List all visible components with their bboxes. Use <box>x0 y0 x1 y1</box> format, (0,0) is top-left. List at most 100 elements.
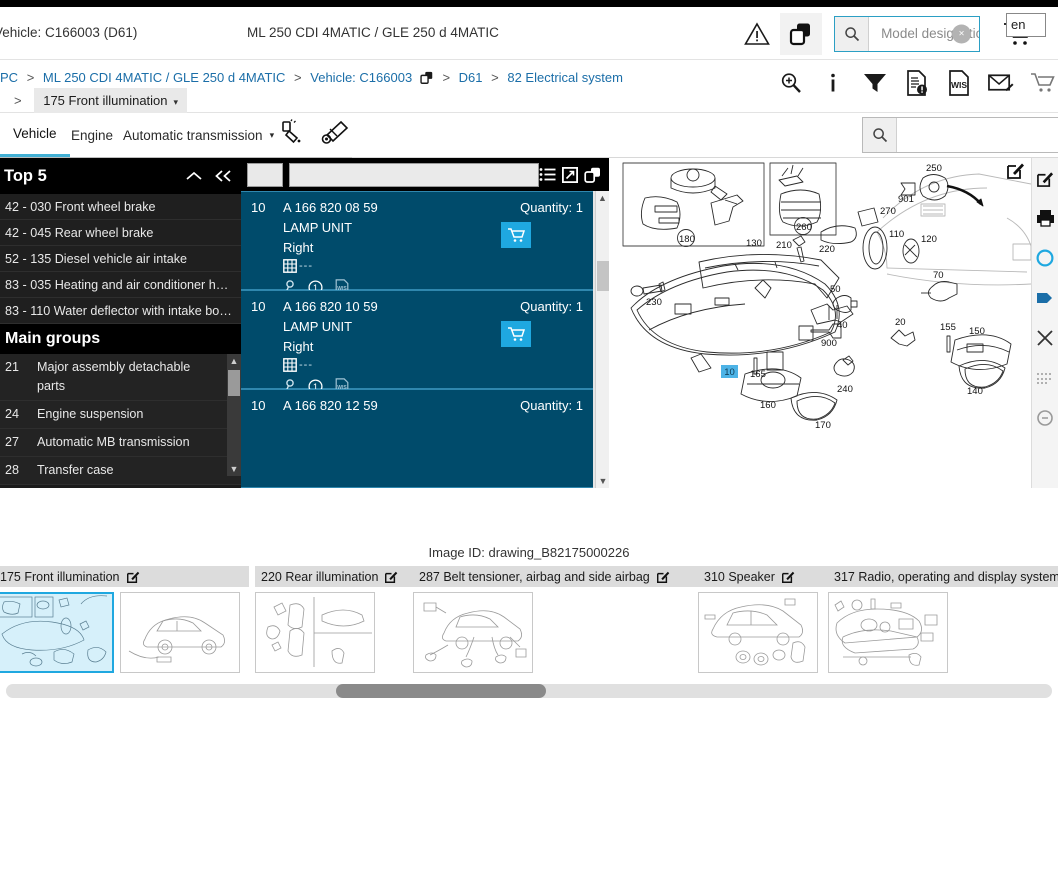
parts-filter-box[interactable] <box>247 162 283 187</box>
thumbnail-speaker-vehicle[interactable] <box>698 592 818 673</box>
parts-filter-input[interactable] <box>289 162 539 187</box>
thumb-group-items <box>698 587 828 673</box>
callout-140: 140 <box>967 386 983 397</box>
parts-scrollbar[interactable]: ▲ ▼ <box>595 191 609 488</box>
thumbnail-radio-display-dashboard[interactable] <box>828 592 948 673</box>
sidebar-item-maingroup-21[interactable]: 21 Major assembly detachable parts <box>0 354 241 401</box>
wis-document-icon[interactable]: WIS <box>946 68 972 98</box>
email-edit-icon[interactable] <box>988 68 1014 98</box>
breadcrumb-item-0[interactable]: PC <box>0 70 18 85</box>
copy-icon[interactable] <box>420 71 434 85</box>
tab-extra-icons <box>276 119 350 147</box>
exploded-drawing[interactable]: 180 260 250 901 270 220 110 120 130 210 … <box>615 158 1031 488</box>
copy-icon[interactable] <box>1032 398 1058 438</box>
callout-155: 155 <box>940 322 956 333</box>
part-card[interactable]: 10 A 166 820 08 59 Quantity: 1 LAMP UNIT… <box>241 191 593 295</box>
sidebar-scrollbar[interactable]: ▲ ▼ <box>227 354 241 476</box>
edit-pin-icon[interactable] <box>126 570 140 583</box>
expand-icon[interactable] <box>562 166 578 183</box>
thumbnail-front-illumination-vehicle[interactable] <box>120 592 240 673</box>
scroll-up-arrow-icon[interactable]: ▲ <box>227 354 241 368</box>
cross-tool-icon[interactable] <box>1032 318 1058 358</box>
thumbnail-strip[interactable]: 175 Front illumination 220 Rear illumina… <box>0 566 1058 678</box>
sidebar-item-top5-2[interactable]: 52 - 135 Diesel vehicle air intake <box>0 246 241 272</box>
part-card[interactable]: 10 A 166 820 12 59 Quantity: 1 <box>241 389 593 488</box>
thumb-group-title[interactable]: 175 Front illumination <box>0 566 249 587</box>
parts-scrollbar-thumb[interactable] <box>597 261 609 291</box>
filter-funnel-icon[interactable] <box>862 68 888 98</box>
thumb-group-title[interactable]: 287 Belt tensioner, airbag and side airb… <box>413 566 698 587</box>
edit-pin-icon[interactable] <box>1032 158 1058 198</box>
thumbnail-strip-scrollbar[interactable] <box>6 684 1052 698</box>
breadcrumb-item-3[interactable]: D61 <box>459 70 483 85</box>
edit-pin-icon[interactable] <box>385 570 398 583</box>
breadcrumb-current-chip[interactable]: 175 Front illumination ▾ <box>34 88 188 116</box>
clear-icon[interactable]: × <box>952 24 971 43</box>
thumbnail-front-illumination-exploded[interactable] <box>0 592 114 673</box>
part-number[interactable]: A 166 820 08 59 <box>283 200 378 215</box>
list-view-icon[interactable] <box>539 167 556 182</box>
scroll-down-arrow-icon[interactable]: ▼ <box>596 474 610 488</box>
breadcrumb-item-1[interactable]: ML 250 CDI 4MATIC / GLE 250 d 4MATIC <box>43 70 286 85</box>
maingroup-label: Transfer case <box>37 463 114 477</box>
sidebar-scrollbar-thumb[interactable] <box>228 370 240 396</box>
sidebar-item-maingroup-28[interactable]: 28 Transfer case <box>0 457 241 485</box>
thumbnail-rear-illumination-parts[interactable] <box>255 592 375 673</box>
scroll-down-arrow-icon[interactable]: ▼ <box>227 462 241 476</box>
copy-documents-icon[interactable] <box>780 12 822 55</box>
warning-triangle-icon[interactable] <box>740 17 774 51</box>
breadcrumb-item-4[interactable]: 82 Electrical system <box>507 70 623 85</box>
edit-pin-icon[interactable] <box>656 570 670 583</box>
chevron-down-icon[interactable]: ▾ <box>174 97 179 107</box>
sidebar-item-top5-1[interactable]: 42 - 045 Rear wheel brake <box>0 220 241 246</box>
info-icon[interactable] <box>820 68 846 98</box>
copy-icon[interactable] <box>584 167 601 183</box>
parts-list-panel: 10 A 166 820 08 59 Quantity: 1 LAMP UNIT… <box>241 158 609 488</box>
table-grid-icon[interactable] <box>283 259 297 273</box>
breadcrumb-item-2[interactable]: Vehicle: C166003 <box>310 70 412 85</box>
print-icon[interactable] <box>1032 198 1058 238</box>
thumb-group-title[interactable]: 220 Rear illumination <box>255 566 413 587</box>
sidebar-item-maingroup-27[interactable]: 27 Automatic MB transmission <box>0 429 241 457</box>
table-grid-icon[interactable] <box>283 358 297 372</box>
scroll-up-arrow-icon[interactable]: ▲ <box>596 191 609 205</box>
thumbnail-strip-scrollbar-thumb[interactable] <box>336 684 546 698</box>
sidebar-main-groups-title: Main groups <box>0 324 241 354</box>
tab-automatic-transmission-label: Automatic transmission <box>123 127 263 143</box>
search-icon[interactable] <box>863 118 897 152</box>
equipment-code-icon[interactable] <box>320 119 350 147</box>
zoom-in-icon[interactable] <box>778 68 804 98</box>
edit-pin-icon[interactable] <box>781 570 795 583</box>
parts-search-field[interactable] <box>862 117 1058 153</box>
thumb-group-title[interactable]: 310 Speaker <box>698 566 828 587</box>
sidebar-item-top5-4[interactable]: 83 - 110 Water deflector with intake bo… <box>0 298 241 324</box>
exploded-drawing-panel[interactable]: 180 260 250 901 270 220 110 120 130 210 … <box>615 158 1031 488</box>
chevron-down-icon[interactable]: ▾ <box>270 130 275 141</box>
add-to-cart-icon[interactable] <box>501 222 531 248</box>
part-card[interactable]: 10 A 166 820 10 59 Quantity: 1 LAMP UNIT… <box>241 290 593 394</box>
document-alert-icon[interactable] <box>904 68 930 98</box>
cart-icon[interactable] <box>1030 68 1056 98</box>
circle-icon[interactable] <box>1032 238 1058 278</box>
add-to-cart-icon[interactable] <box>501 321 531 347</box>
left-sidebar: Top 5 42 - 030 Front wheel brake 42 - 04… <box>0 158 241 488</box>
sidebar-item-top5-3[interactable]: 83 - 035 Heating and air conditioner h… <box>0 272 241 298</box>
edit-pin-icon[interactable] <box>1007 161 1027 181</box>
sidebar-item-maingroup-24[interactable]: 24 Engine suspension <box>0 401 241 429</box>
thumbnail-belt-tensioner-airbag-vehicle[interactable] <box>413 592 533 673</box>
tag-icon[interactable] <box>1032 278 1058 318</box>
parts-list[interactable]: 10 A 166 820 08 59 Quantity: 1 LAMP UNIT… <box>241 191 609 488</box>
language-selector[interactable]: en <box>1006 13 1046 37</box>
search-icon[interactable] <box>835 16 870 51</box>
chevron-up-icon[interactable] <box>185 169 203 183</box>
chevron-double-left-icon[interactable] <box>213 169 233 183</box>
thumb-group-title[interactable]: 317 Radio, operating and display system <box>828 566 1058 587</box>
part-number[interactable]: A 166 820 10 59 <box>283 299 378 314</box>
tab-automatic-transmission[interactable]: Automatic transmission ▾ <box>110 113 287 157</box>
measure-icon[interactable] <box>1032 358 1058 398</box>
parts-search-input[interactable] <box>897 119 1058 151</box>
part-number[interactable]: A 166 820 12 59 <box>283 398 378 413</box>
model-search-field[interactable]: Model designation × <box>834 15 980 52</box>
paint-code-icon[interactable] <box>276 119 306 147</box>
sidebar-item-top5-0[interactable]: 42 - 030 Front wheel brake <box>0 194 241 220</box>
